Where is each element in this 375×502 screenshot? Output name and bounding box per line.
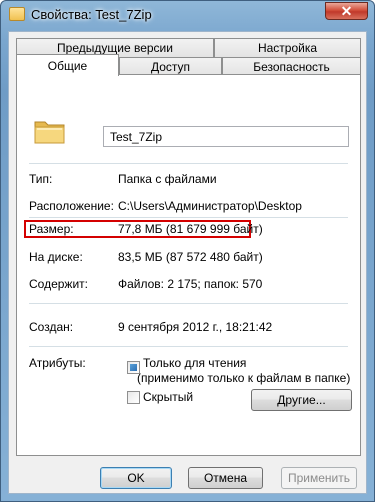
readonly-label: Только для чтения	[143, 356, 247, 370]
tab-customize[interactable]: Настройка	[214, 38, 361, 57]
disk-size-value: 83,5 МБ (87 572 480 байт)	[118, 250, 263, 264]
divider	[29, 163, 348, 164]
type-value: Папка с файлами	[118, 172, 217, 186]
attributes-label: Атрибуты:	[29, 356, 86, 370]
close-icon: ✕	[340, 2, 353, 19]
close-button[interactable]: ✕	[325, 2, 368, 20]
contains-label: Содержит:	[29, 277, 88, 291]
folder-icon	[9, 7, 25, 21]
divider	[29, 217, 348, 218]
readonly-note: (применимо только к файлам в папке)	[137, 371, 351, 385]
other-attributes-button[interactable]: Другие...	[251, 389, 352, 411]
general-panel: Test_7Zip Тип: Папка с файлами Расположе…	[16, 74, 361, 456]
divider	[29, 303, 348, 304]
type-label: Тип:	[29, 172, 53, 186]
size-label: Размер:	[29, 222, 74, 236]
properties-window: Свойства: Test_7Zip ✕ Предыдущие версии …	[0, 0, 375, 502]
apply-button[interactable]: Применить	[281, 467, 357, 489]
location-value: C:\Users\Администратор\Desktop	[118, 199, 302, 213]
title-bar[interactable]: Свойства: Test_7Zip ✕	[1, 1, 374, 29]
cancel-button[interactable]: Отмена	[188, 467, 263, 489]
hidden-label: Скрытый	[143, 390, 194, 404]
tab-general[interactable]: Общие	[16, 54, 119, 76]
dialog-client: Предыдущие версии Настройка Общие Доступ…	[8, 31, 367, 494]
folder-icon	[34, 121, 65, 144]
size-value: 77,8 МБ (81 679 999 байт)	[118, 222, 263, 236]
contains-value: Файлов: 2 175; папок: 570	[118, 277, 263, 291]
divider	[29, 346, 348, 347]
disk-size-label: На диске:	[29, 250, 83, 264]
folder-name-input[interactable]: Test_7Zip	[103, 126, 349, 147]
hidden-checkbox[interactable]	[127, 391, 140, 404]
created-value: 9 сентября 2012 г., 18:21:42	[118, 320, 273, 334]
ok-button[interactable]: OK	[100, 467, 172, 489]
location-label: Расположение:	[29, 199, 114, 213]
window-title: Свойства: Test_7Zip	[31, 7, 152, 22]
created-label: Создан:	[29, 320, 74, 334]
